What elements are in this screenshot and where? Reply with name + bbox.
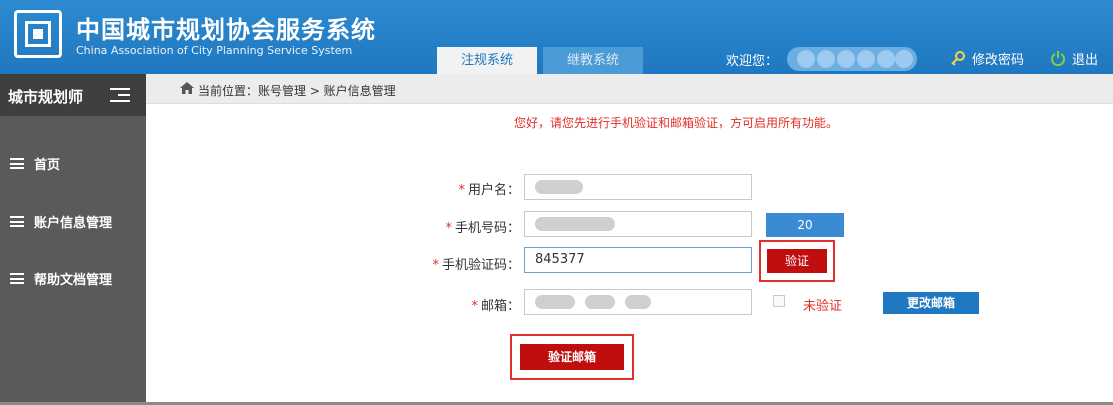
change-password-label: 修改密码 (972, 53, 1025, 68)
sidebar: 城市规划师 首页 账户信息管理 帮助文档管理 (0, 74, 146, 405)
menu-collapse-icon[interactable] (110, 88, 130, 102)
tab-zhugui[interactable]: 注规系统 (437, 47, 537, 74)
code-label: * 手机验证码： (432, 258, 520, 273)
email-field[interactable] (524, 289, 752, 315)
verify-button[interactable]: 验证 (767, 249, 827, 273)
tab-jijiao[interactable]: 继教系统 (543, 47, 643, 74)
phone-label: * 手机号码： (445, 221, 520, 236)
sidebar-item-label: 账户信息管理 (34, 216, 113, 231)
verification-notice: 您好，请您先进行手机验证和邮箱验证，方可启用所有功能。 (514, 116, 839, 130)
phone-field[interactable] (524, 211, 752, 237)
change-email-button[interactable]: 更改邮箱 (883, 292, 979, 314)
email-label: * 邮箱： (471, 299, 520, 314)
sidebar-item-home[interactable]: 首页 (10, 154, 60, 173)
sidebar-item-label: 首页 (34, 158, 61, 173)
breadcrumb-text: 当前位置：账号管理 > 账户信息管理 (198, 84, 396, 98)
logout-label: 退出 (1072, 53, 1099, 68)
list-icon (10, 216, 24, 227)
username-field[interactable] (524, 174, 752, 200)
list-icon (10, 158, 24, 169)
sidebar-item-account[interactable]: 账户信息管理 (10, 212, 112, 231)
power-icon (1051, 51, 1065, 66)
top-header: 中国城市规划协会服务系统 China Association of City P… (0, 0, 1113, 74)
verify-email-button[interactable]: 验证邮箱 (520, 344, 624, 370)
unverified-status: 未验证 (803, 299, 843, 314)
main-content: 当前位置：账号管理 > 账户信息管理 您好，请您先进行手机验证和邮箱验证，方可启… (146, 74, 1113, 405)
app-window: 中国城市规划协会服务系统 China Association of City P… (0, 0, 1113, 405)
sidebar-header: 城市规划师 (0, 74, 146, 116)
home-icon (180, 82, 194, 94)
blurred-username (787, 47, 917, 71)
sidebar-title: 城市规划师 (8, 88, 84, 106)
email-verified-checkbox[interactable] (773, 295, 785, 307)
verification-code-input[interactable]: 845377 (524, 247, 752, 273)
logo-icon (14, 10, 62, 58)
sidebar-item-help[interactable]: 帮助文档管理 (10, 269, 112, 288)
sidebar-item-label: 帮助文档管理 (34, 273, 113, 288)
username-label: * 用户名： (458, 183, 520, 198)
breadcrumb: 当前位置：账号管理 > 账户信息管理 (146, 74, 1113, 104)
logout-link[interactable]: 退出 (1050, 49, 1098, 68)
welcome-label: 欢迎您： (726, 54, 779, 69)
change-password-link[interactable]: 修改密码 (950, 49, 1024, 68)
key-icon (951, 51, 965, 66)
app-title: 中国城市规划协会服务系统 (76, 16, 376, 44)
countdown-button[interactable]: 20 (766, 213, 844, 237)
app-subtitle: China Association of City Planning Servi… (76, 44, 353, 57)
list-icon (10, 273, 24, 284)
